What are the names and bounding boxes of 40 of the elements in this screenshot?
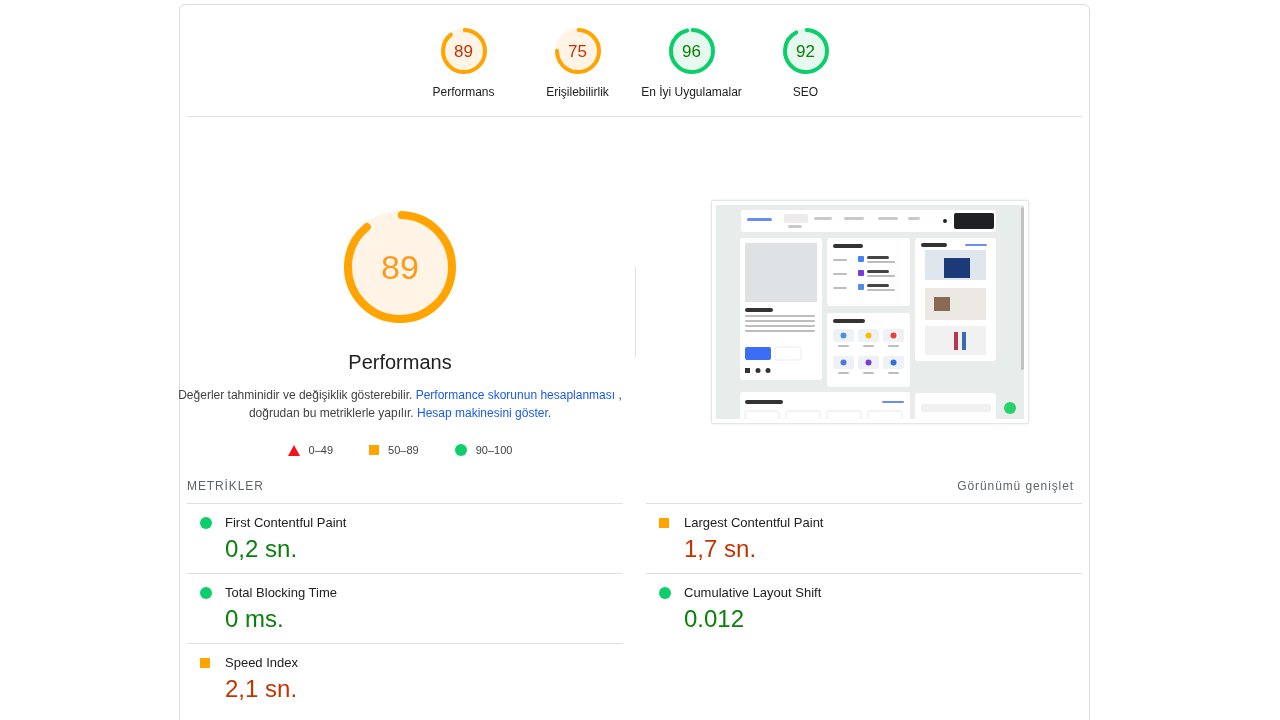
performance-description: Değerler tahminidir ve değişiklik gösterebilir. Performance skorunun hesaplanması , doğrudan bu metriklerle yapılır. Hesap makinesini göster. bbox=[177, 387, 623, 422]
metric-value: 0 ms. bbox=[225, 605, 285, 633]
score-value: 92 bbox=[796, 42, 815, 60]
score-value: 96 bbox=[682, 42, 701, 60]
metric-value: 2,1 sn. bbox=[225, 675, 299, 703]
circle-icon bbox=[659, 587, 671, 599]
circle-icon bbox=[200, 517, 212, 529]
expand-view-button[interactable]: Görünümü genişlet bbox=[957, 479, 1074, 493]
square-icon bbox=[200, 658, 210, 668]
metric-value: 1,7 sn. bbox=[684, 535, 758, 563]
category-link[interactable]: 92 SEO bbox=[748, 27, 863, 100]
square-icon bbox=[659, 518, 669, 528]
legend-range: 0–49 bbox=[308, 443, 334, 458]
performance-score: 89 bbox=[381, 250, 419, 284]
triangle-icon bbox=[287, 444, 300, 456]
score-value: 89 bbox=[454, 42, 473, 60]
inline-link[interactable]: Hesap makinesini göster. bbox=[417, 406, 552, 420]
score-gauge bbox=[553, 27, 602, 75]
metric-title: Largest Contentful Paint bbox=[684, 515, 825, 531]
score-gauge bbox=[667, 27, 716, 75]
legend-range: 50–89 bbox=[388, 443, 419, 458]
score-gauge bbox=[439, 27, 488, 75]
metric-title: Total Blocking Time bbox=[225, 585, 338, 601]
metric-value: 0,2 sn. bbox=[225, 535, 299, 563]
score-gauge bbox=[781, 27, 830, 75]
circle-icon bbox=[200, 587, 212, 599]
category-link[interactable]: 96 En İyi Uygulamalar bbox=[634, 27, 749, 100]
performance-title: Performans bbox=[348, 350, 452, 374]
square-icon bbox=[369, 445, 380, 455]
score-value: 75 bbox=[568, 42, 587, 60]
category-link[interactable]: 89 Performans bbox=[406, 27, 521, 100]
metric-title: Speed Index bbox=[225, 655, 299, 671]
legend-range: 90–100 bbox=[475, 443, 513, 458]
category-link[interactable]: 75 Erişilebilirlik bbox=[520, 27, 635, 100]
metric-title: First Contentful Paint bbox=[225, 515, 348, 531]
metric-value: 0.012 bbox=[684, 605, 746, 633]
metrics-heading: METRİKLER bbox=[187, 479, 264, 493]
circle-icon bbox=[454, 444, 467, 456]
inline-link[interactable]: Performance skorunun hesaplanması bbox=[415, 388, 616, 402]
metric-title: Cumulative Layout Shift bbox=[684, 585, 823, 601]
